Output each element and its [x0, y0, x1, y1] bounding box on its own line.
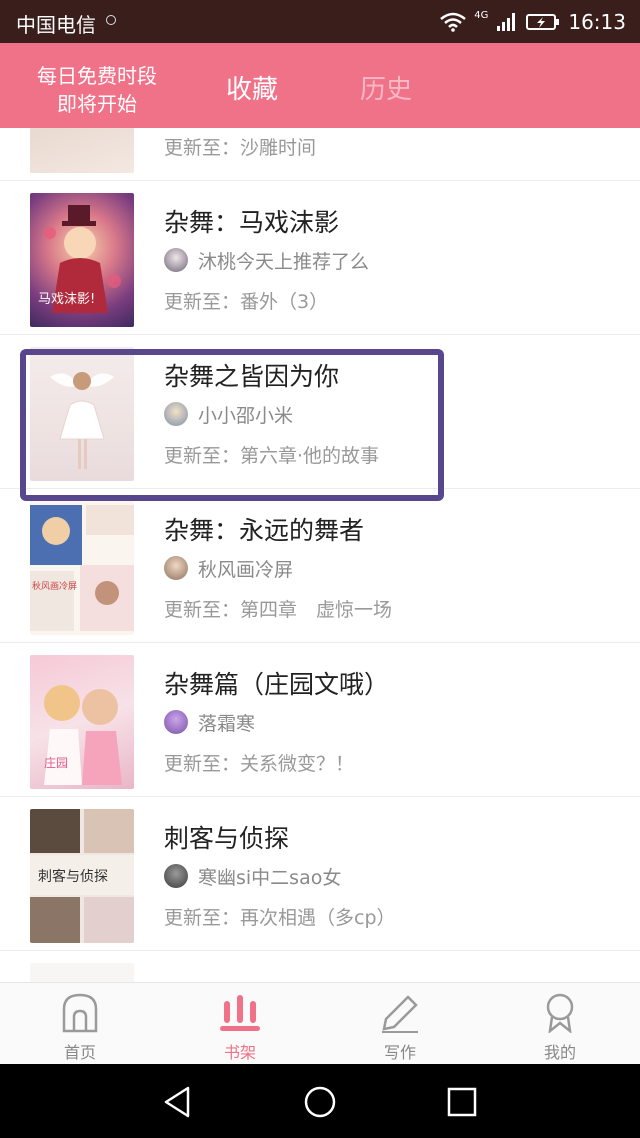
latest-chapter: 更新至：沙雕时间: [164, 137, 317, 159]
latest-chapter: 更新至：再次相遇（多cp）: [164, 907, 396, 929]
book-cover: 刺客与侦探: [30, 809, 134, 943]
nav-label: 首页: [63, 1043, 96, 1062]
book-cover: 马戏沫影!: [30, 193, 134, 327]
list-item[interactable]: 秋风画冷屏 杂舞：永远的舞者 秋风画冷屏 更新至：第四章 虚惊一场: [0, 489, 640, 643]
author-name: 落霜寒: [198, 712, 256, 735]
book-cover: 秋风画冷屏: [30, 501, 134, 635]
latest-chapter: 更新至：关系微变？！: [164, 753, 355, 775]
recents-icon[interactable]: [444, 1084, 480, 1120]
home-icon: [62, 993, 98, 1033]
nav-bookshelf[interactable]: 书架: [160, 983, 320, 1065]
author-row: 寒幽si中二sao女: [164, 863, 341, 889]
latest-chapter: 更新至：番外（3）: [164, 291, 329, 313]
status-bar: 中国电信 4G 16:13: [0, 0, 640, 43]
list-item[interactable]: 杂舞之皆因为你 小小邵小米 更新至：第六章·他的故事: [0, 335, 640, 489]
svg-text:刺客与侦探: 刺客与侦探: [38, 868, 108, 885]
list-item[interactable]: 马戏沫影! 杂舞：马戏沫影 沐桃今天上推荐了么 更新至：番外（3）: [0, 181, 640, 335]
book-cover: 庄园: [30, 655, 134, 789]
author-row: 秋风画冷屏: [164, 555, 293, 581]
svg-text:秋风画冷屏: 秋风画冷屏: [32, 580, 77, 592]
network-type: 4G: [474, 9, 489, 21]
author-name: 小小邵小米: [198, 404, 294, 427]
book-title: 杂舞：永远的舞者: [164, 516, 365, 545]
nav-label: 我的: [543, 1043, 576, 1062]
avatar: [164, 556, 188, 580]
book-cover: [30, 963, 134, 982]
avatar: [164, 864, 188, 888]
latest-chapter: 更新至：第六章·他的故事: [164, 445, 380, 467]
author-row: 落霜寒: [164, 709, 255, 735]
avatar: [164, 248, 188, 272]
svg-text:马戏沫影!: 马戏沫影!: [38, 292, 95, 307]
top-header: 每日免费时段 即将开始 收藏 历史: [0, 43, 640, 128]
status-icons: 4G 16:13: [440, 8, 626, 36]
book-cover: [30, 347, 134, 481]
author-row: 沐桃今天上推荐了么: [164, 247, 369, 273]
avatar: [164, 710, 188, 734]
system-nav-bar: [0, 1064, 640, 1138]
book-title: 杂舞之皆因为你: [164, 362, 340, 391]
clock: 16:13: [568, 10, 626, 34]
author-name: 寒幽si中二sao女: [198, 866, 342, 889]
bottom-nav: 首页 书架 写作 我的: [0, 982, 640, 1064]
pencil-icon: [382, 995, 418, 1033]
nav-label: 书架: [223, 1043, 256, 1062]
list-item[interactable]: 刺客与侦探 刺客与侦探 寒幽si中二sao女 更新至：再次相遇（多cp）: [0, 797, 640, 951]
profile-icon: [546, 993, 574, 1033]
signal-icon: [497, 13, 516, 31]
back-icon[interactable]: [160, 1084, 196, 1120]
latest-chapter: 更新至：第四章 虚惊一场: [164, 599, 393, 621]
svg-text:庄园: 庄园: [44, 755, 68, 770]
book-title: 杂舞篇（庄园文哦）: [164, 670, 390, 699]
battery-icon: [526, 14, 560, 30]
nav-home[interactable]: 首页: [0, 983, 160, 1065]
nav-write[interactable]: 写作: [320, 983, 480, 1065]
promo-line-2: 即将开始: [57, 92, 137, 116]
free-period-banner[interactable]: 每日免费时段 即将开始: [22, 62, 172, 118]
promo-line-1: 每日免费时段: [37, 64, 157, 88]
wifi-icon: [440, 12, 467, 32]
carrier-name: 中国电信: [16, 13, 96, 37]
tab-history[interactable]: 历史: [360, 69, 412, 106]
nav-label: 写作: [383, 1043, 416, 1062]
bookshelf-list: 更新至：沙雕时间 马戏沫影! 杂舞：马戏沫影 沐桃今天上推荐了么 更新至：番外（…: [0, 128, 640, 982]
home-button-icon[interactable]: [302, 1084, 338, 1120]
bookshelf-icon: [220, 995, 260, 1031]
avatar: [164, 402, 188, 426]
author-name: 秋风画冷屏: [198, 558, 294, 581]
author-name: 沐桃今天上推荐了么: [198, 250, 370, 273]
nav-profile[interactable]: 我的: [480, 983, 640, 1065]
tab-favorites[interactable]: 收藏: [226, 69, 278, 106]
list-item[interactable]: 更新至：沙雕时间: [0, 128, 640, 181]
list-item[interactable]: [0, 951, 640, 982]
book-cover: [30, 128, 134, 173]
author-row: 小小邵小米: [164, 401, 293, 427]
book-title: 刺客与侦探: [164, 824, 290, 853]
list-item[interactable]: 庄园 杂舞篇（庄园文哦） 落霜寒 更新至：关系微变？！: [0, 643, 640, 797]
book-title: 杂舞：马戏沫影: [164, 208, 340, 237]
notification-icon: [106, 15, 116, 25]
